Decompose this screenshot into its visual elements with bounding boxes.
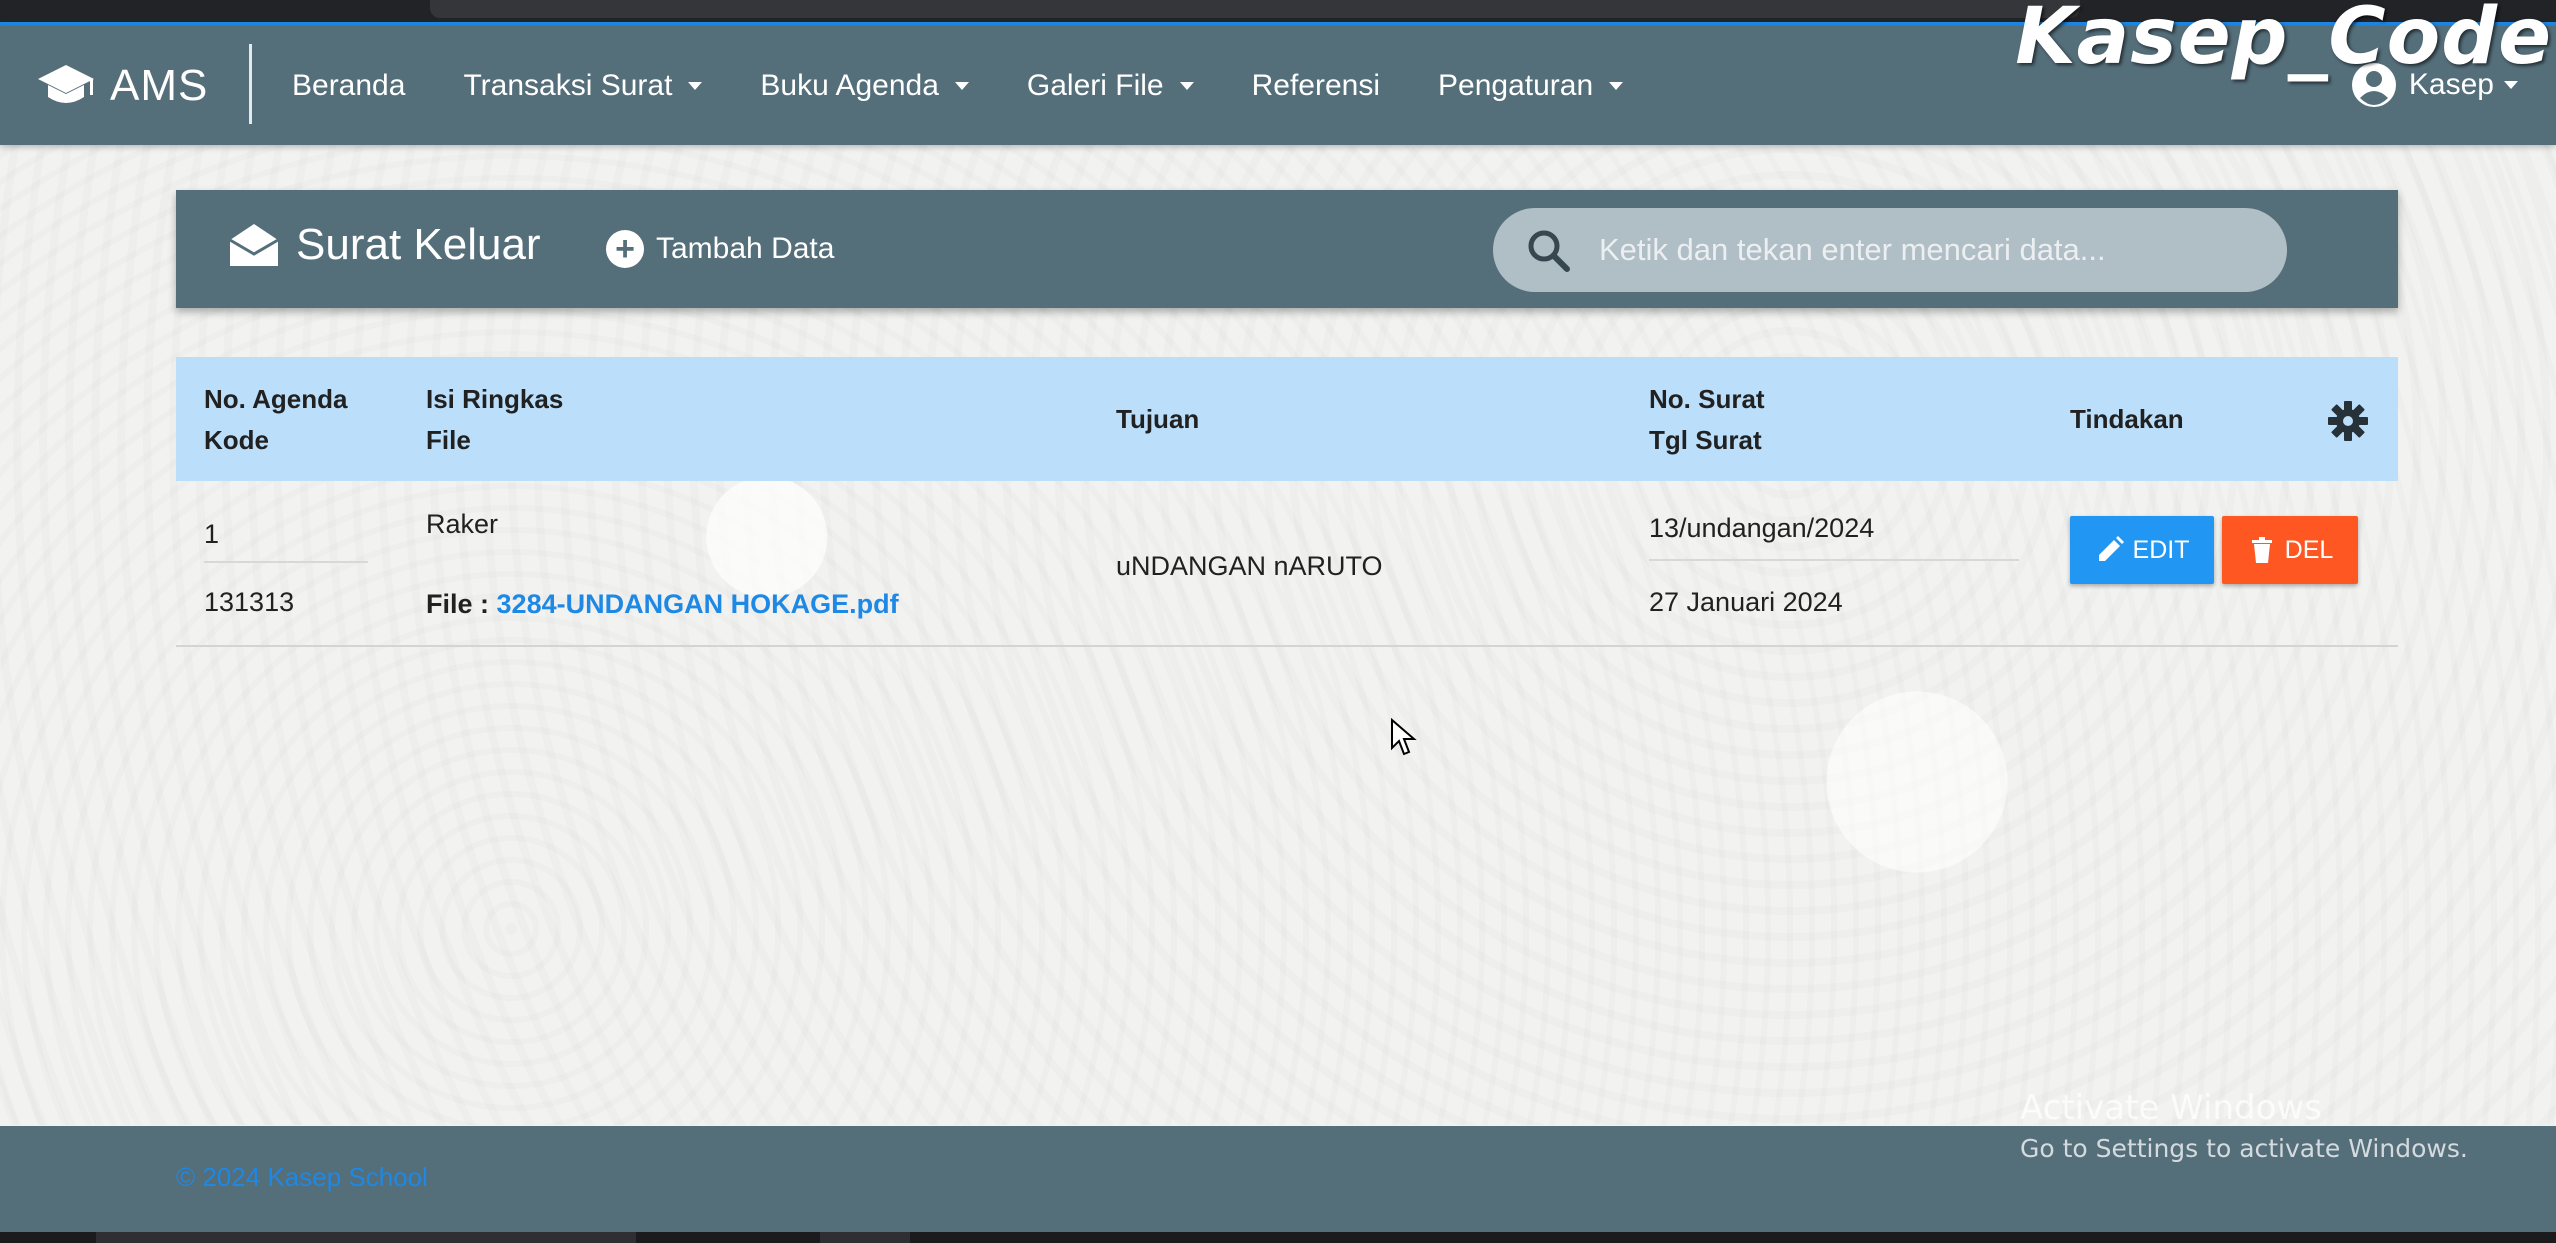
plus-circle-icon: + bbox=[606, 230, 644, 268]
brand-divider bbox=[249, 44, 252, 124]
nav-buku-agenda[interactable]: Buku Agenda bbox=[760, 69, 969, 103]
caret-down-icon bbox=[1179, 81, 1194, 90]
nav-label: Transaksi Surat bbox=[463, 68, 673, 102]
page-title: Surat Keluar bbox=[228, 220, 541, 270]
search-icon bbox=[1528, 230, 1570, 272]
brand-name: AMS bbox=[110, 61, 209, 110]
cell-divider bbox=[204, 561, 368, 563]
header-isi-file: Isi Ringkas File bbox=[426, 379, 563, 461]
file-label: File : bbox=[426, 589, 490, 619]
cell-divider bbox=[1649, 559, 2019, 561]
data-table: No. Agenda Kode Isi Ringkas File Tujuan … bbox=[176, 357, 2398, 647]
activate-title: Activate Windows bbox=[2020, 1088, 2322, 1128]
main-menu: Beranda Transaksi Surat Buku Agenda Gale… bbox=[292, 26, 1681, 145]
activate-subtitle: Go to Settings to activate Windows. bbox=[2020, 1134, 2468, 1163]
delete-button[interactable]: DEL bbox=[2222, 516, 2358, 584]
nav-label: Beranda bbox=[292, 68, 406, 102]
header-tindakan: Tindakan bbox=[2070, 404, 2184, 434]
taskbar-item[interactable] bbox=[96, 1232, 636, 1243]
trash-icon bbox=[2251, 537, 2272, 563]
nav-galeri-file[interactable]: Galeri File bbox=[1027, 69, 1194, 103]
nav-label: Referensi bbox=[1251, 68, 1381, 102]
caret-down-icon bbox=[688, 81, 703, 90]
edit-label: EDIT bbox=[2132, 535, 2190, 564]
tgl-surat: 27 Januari 2024 bbox=[1649, 587, 1843, 617]
header-label: No. Agenda bbox=[204, 384, 348, 414]
nav-referensi[interactable]: Referensi bbox=[1252, 69, 1380, 103]
mouse-cursor-icon bbox=[1391, 718, 1417, 756]
envelope-open-icon bbox=[229, 224, 279, 266]
header-label: Tgl Surat bbox=[1649, 425, 1762, 455]
caret-down-icon bbox=[954, 81, 969, 90]
table-row: 1 131313 Raker File : 3284-UNDANGAN HOKA… bbox=[176, 481, 2398, 647]
search-box bbox=[1493, 208, 2287, 292]
add-data-button[interactable]: + Tambah Data bbox=[606, 230, 834, 268]
isi-ringkas: Raker bbox=[426, 509, 499, 539]
header-nosurat-tgl: No. Surat Tgl Surat bbox=[1649, 379, 1765, 461]
caret-down-icon bbox=[1609, 81, 1624, 90]
taskbar-item[interactable] bbox=[820, 1232, 910, 1243]
footer-copyright: © 2024 Kasep School bbox=[176, 1162, 428, 1192]
header-tujuan: Tujuan bbox=[1116, 404, 1200, 434]
header-label: Isi Ringkas bbox=[426, 384, 564, 414]
page-title-text: Surat Keluar bbox=[296, 220, 541, 269]
gear-icon[interactable] bbox=[2326, 399, 2370, 443]
delete-label: DEL bbox=[2284, 535, 2334, 564]
channel-watermark: Kasep_Code bbox=[2015, 0, 2552, 82]
os-taskbar bbox=[0, 1232, 2556, 1243]
edit-button[interactable]: EDIT bbox=[2070, 516, 2214, 584]
brand-logo[interactable]: AMS bbox=[36, 56, 208, 116]
nav-beranda[interactable]: Beranda bbox=[292, 69, 405, 103]
table-header: No. Agenda Kode Isi Ringkas File Tujuan … bbox=[176, 357, 2398, 481]
activate-windows-overlay: Activate Windows Go to Settings to activ… bbox=[2020, 1088, 2468, 1163]
add-data-label: Tambah Data bbox=[656, 232, 835, 265]
nav-label: Pengaturan bbox=[1438, 68, 1594, 102]
search-input[interactable] bbox=[1597, 219, 2241, 281]
file-info: File : 3284-UNDANGAN HOKAGE.pdf bbox=[426, 589, 899, 620]
file-link[interactable]: 3284-UNDANGAN HOKAGE.pdf bbox=[497, 589, 899, 619]
page-header-card: Surat Keluar + Tambah Data bbox=[176, 190, 2398, 308]
nav-label: Buku Agenda bbox=[760, 68, 939, 102]
header-label: Kode bbox=[204, 425, 269, 455]
address-bar[interactable] bbox=[430, 0, 2080, 18]
header-label: File bbox=[426, 425, 471, 455]
no-agenda: 1 bbox=[204, 519, 220, 549]
tujuan: uNDANGAN nARUTO bbox=[1116, 551, 1383, 581]
nav-label: Galeri File bbox=[1026, 68, 1164, 102]
caret-down-icon bbox=[2504, 81, 2518, 89]
kode: 131313 bbox=[204, 587, 295, 617]
nav-pengaturan[interactable]: Pengaturan bbox=[1438, 68, 1624, 103]
graduation-cap-icon bbox=[38, 65, 94, 103]
no-surat: 13/undangan/2024 bbox=[1649, 513, 1875, 543]
header-label: No. Surat bbox=[1649, 384, 1765, 414]
header-agenda-kode: No. Agenda Kode bbox=[204, 379, 347, 461]
nav-transaksi-surat[interactable]: Transaksi Surat bbox=[463, 68, 703, 103]
pencil-icon bbox=[2098, 536, 2124, 561]
